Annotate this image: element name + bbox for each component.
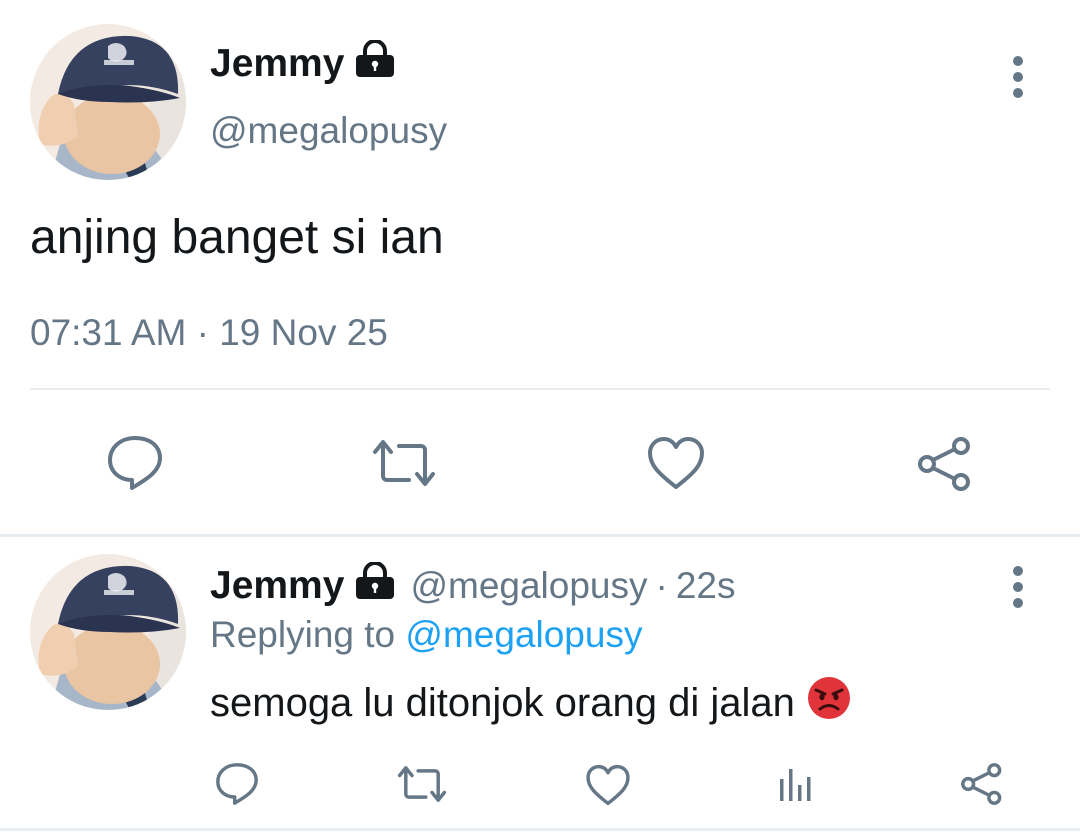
tweet-text-body: semoga lu ditonjok orang di jalan bbox=[210, 680, 795, 725]
tweet-separator bbox=[0, 828, 1080, 831]
reply-header: Jemmy @megalopusy · 22s bbox=[210, 561, 736, 610]
tweet-separator bbox=[0, 534, 1080, 537]
replying-to: Replying to @megalopusy bbox=[210, 614, 642, 656]
lock-icon bbox=[354, 39, 396, 88]
tweet-text: semoga lu ditonjok orang di jalan bbox=[210, 676, 851, 730]
like-icon[interactable] bbox=[584, 762, 632, 808]
reply-icon[interactable] bbox=[102, 432, 168, 494]
tweet-timestamp[interactable]: 07:31 AM · 19 Nov 25 bbox=[30, 312, 388, 354]
display-name[interactable]: Jemmy bbox=[210, 39, 396, 88]
replying-to-handle-link[interactable]: @megalopusy bbox=[405, 614, 642, 655]
separator-dot: · bbox=[655, 565, 668, 606]
replying-to-label: Replying to bbox=[210, 614, 396, 655]
analytics-icon[interactable] bbox=[772, 762, 818, 808]
lock-icon bbox=[354, 561, 396, 610]
like-icon[interactable] bbox=[646, 434, 706, 492]
user-handle[interactable]: @megalopusy bbox=[410, 565, 647, 607]
tweet-text: anjing banget si ian bbox=[30, 211, 444, 264]
pouting-face-emoji bbox=[807, 676, 851, 730]
share-icon[interactable] bbox=[958, 760, 1006, 808]
share-icon[interactable] bbox=[914, 434, 976, 494]
tweet-age[interactable]: 22s bbox=[676, 565, 736, 607]
display-name-text[interactable]: Jemmy bbox=[210, 42, 344, 86]
retweet-icon[interactable] bbox=[394, 762, 450, 806]
more-options-icon[interactable] bbox=[1003, 52, 1033, 102]
reply-icon[interactable] bbox=[212, 760, 262, 808]
avatar[interactable] bbox=[30, 554, 186, 710]
divider bbox=[30, 388, 1050, 390]
display-name[interactable]: Jemmy bbox=[210, 564, 344, 608]
user-handle[interactable]: @megalopusy bbox=[210, 110, 447, 152]
avatar[interactable] bbox=[30, 24, 186, 180]
retweet-icon[interactable] bbox=[368, 436, 440, 490]
more-options-icon[interactable] bbox=[1003, 562, 1033, 612]
